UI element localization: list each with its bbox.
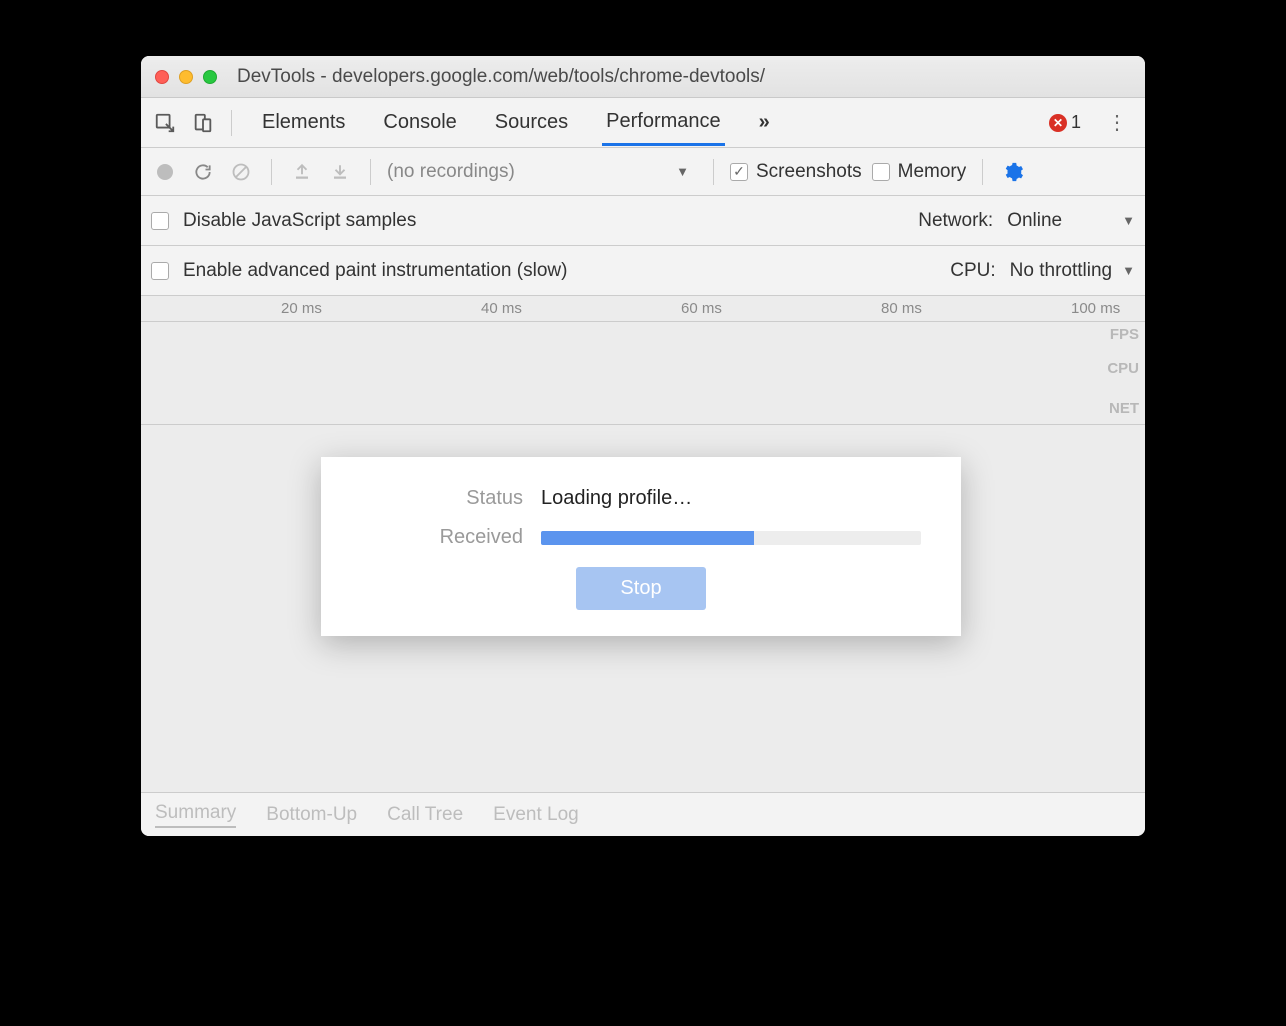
network-select[interactable]: Online ▼ [1007,210,1135,232]
capture-settings-icon[interactable] [999,158,1027,186]
options-row-2: Enable advanced paint instrumentation (s… [141,246,1145,296]
screenshots-label: Screenshots [756,161,862,183]
ruler-tick: 100 ms [1071,300,1120,317]
clear-icon[interactable] [227,158,255,186]
inspect-element-icon[interactable] [149,107,181,139]
save-profile-icon[interactable] [326,158,354,186]
ruler-tick: 40 ms [481,300,522,317]
progress-bar [541,531,921,545]
options-row-1: Disable JavaScript samples Network: Onli… [141,196,1145,246]
tab-bottom-up[interactable]: Bottom-Up [266,804,357,826]
titlebar: DevTools - developers.google.com/web/too… [141,56,1145,98]
network-value: Online [1007,210,1062,232]
ruler-tick: 20 ms [281,300,322,317]
checkbox-icon[interactable] [151,262,169,280]
time-ruler[interactable]: 20 ms 40 ms 60 ms 80 ms 100 ms [141,296,1145,322]
timeline-overview: 20 ms 40 ms 60 ms 80 ms 100 ms FPS CPU N… [141,296,1145,425]
lane-net-label: NET [1109,400,1139,417]
memory-label: Memory [898,161,967,183]
checkbox-icon [872,163,890,181]
error-icon: ✕ [1049,114,1067,132]
lane-cpu-label: CPU [1107,360,1139,377]
divider [271,159,272,185]
load-profile-icon[interactable] [288,158,316,186]
recordings-select[interactable]: (no recordings) ▼ [387,161,697,183]
flame-chart-area: Status Loading profile… Received Stop [141,425,1145,792]
chevron-down-icon: ▼ [676,164,689,179]
tab-sources[interactable]: Sources [491,101,572,144]
record-icon[interactable] [151,158,179,186]
screenshots-checkbox[interactable]: Screenshots [730,161,862,183]
window-controls [155,70,217,84]
tab-elements[interactable]: Elements [258,101,349,144]
tab-event-log[interactable]: Event Log [493,804,579,826]
devtools-window: DevTools - developers.google.com/web/too… [141,56,1145,836]
network-label: Network: [918,210,993,232]
performance-toolbar: (no recordings) ▼ Screenshots Memory [141,148,1145,196]
reload-icon[interactable] [189,158,217,186]
error-count: 1 [1071,112,1081,133]
divider [231,110,232,136]
disable-js-samples-label: Disable JavaScript samples [183,210,416,232]
checkbox-icon[interactable] [151,212,169,230]
received-label: Received [361,526,541,549]
main-tabbar: Elements Console Sources Performance » ✕… [141,98,1145,148]
details-tabs: Summary Bottom-Up Call Tree Event Log [141,792,1145,836]
tab-summary[interactable]: Summary [155,802,236,828]
device-toolbar-icon[interactable] [187,107,219,139]
chevron-down-icon: ▼ [1122,263,1135,278]
cpu-select[interactable]: No throttling ▼ [1010,260,1135,282]
status-value: Loading profile… [541,487,692,510]
cpu-value: No throttling [1010,260,1112,282]
minimize-window-button[interactable] [179,70,193,84]
close-window-button[interactable] [155,70,169,84]
checkbox-icon [730,163,748,181]
overview-lanes: FPS CPU NET [141,322,1145,424]
lane-fps-label: FPS [1110,326,1139,343]
loading-dialog: Status Loading profile… Received Stop [321,457,961,636]
error-count-badge[interactable]: ✕ 1 [1049,112,1081,133]
tab-call-tree[interactable]: Call Tree [387,804,463,826]
window-title: DevTools - developers.google.com/web/too… [237,66,765,88]
progress-fill [541,531,754,545]
divider [713,159,714,185]
tab-performance[interactable]: Performance [602,100,725,146]
status-label: Status [361,487,541,510]
ruler-tick: 60 ms [681,300,722,317]
more-options-icon[interactable]: ⋮ [1097,106,1137,139]
divider [370,159,371,185]
recordings-select-label: (no recordings) [387,161,515,183]
zoom-window-button[interactable] [203,70,217,84]
divider [982,159,983,185]
chevron-down-icon: ▼ [1122,213,1135,228]
memory-checkbox[interactable]: Memory [872,161,967,183]
tabs-overflow-icon[interactable]: » [755,101,774,144]
stop-button[interactable]: Stop [576,567,705,610]
tab-console[interactable]: Console [379,101,460,144]
cpu-label: CPU: [950,260,995,282]
panel-tabs: Elements Console Sources Performance » [258,100,1043,146]
advanced-paint-label: Enable advanced paint instrumentation (s… [183,260,567,282]
ruler-tick: 80 ms [881,300,922,317]
